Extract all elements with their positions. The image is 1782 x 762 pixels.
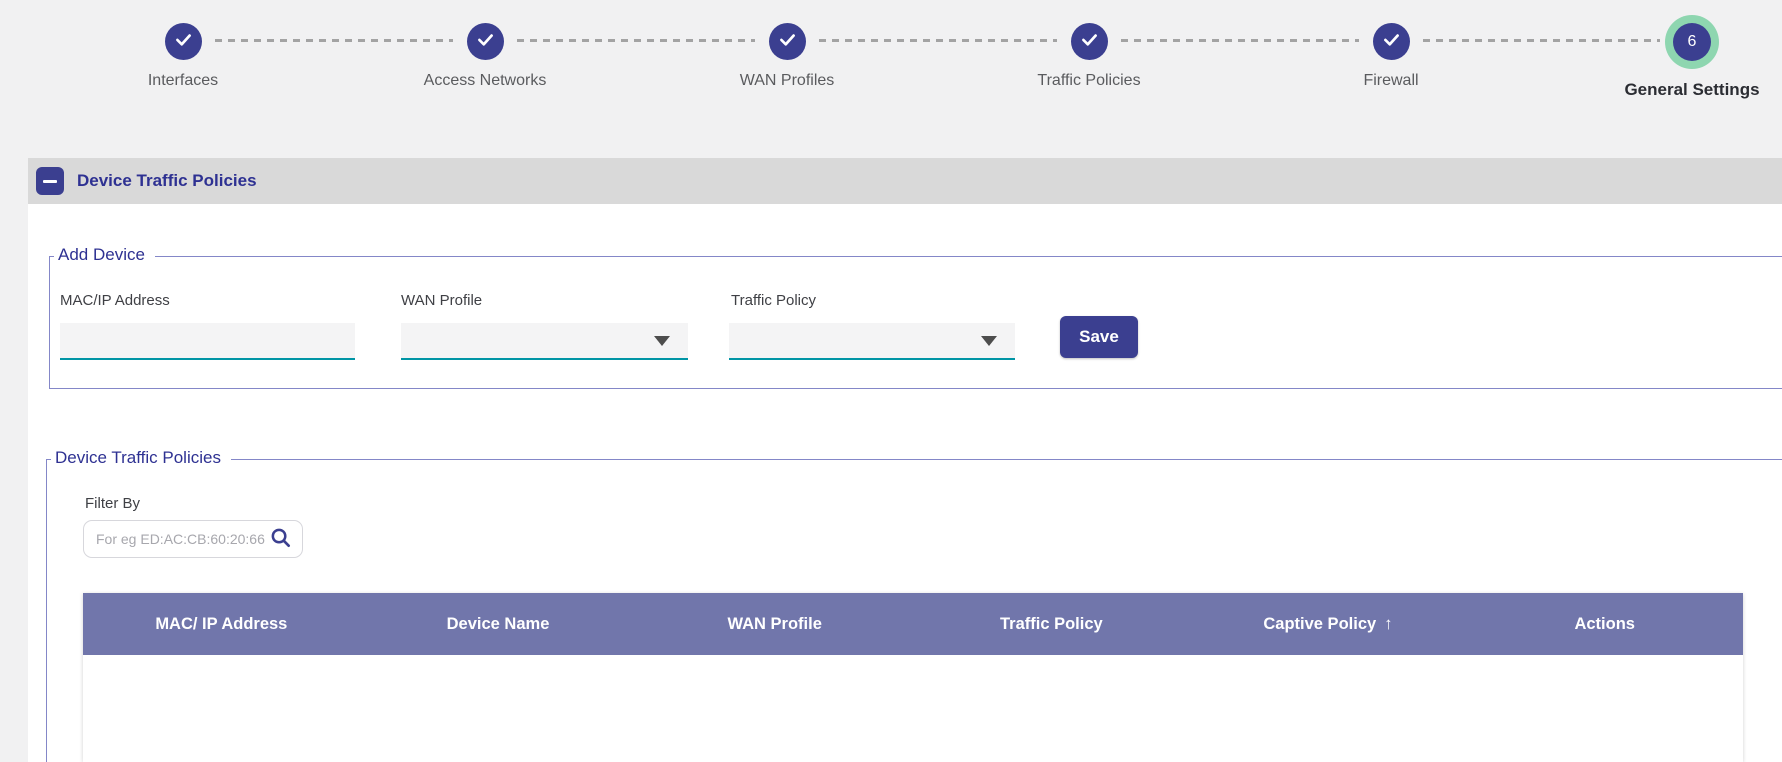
search-icon — [269, 526, 292, 552]
column-header-label: Actions — [1574, 615, 1635, 634]
step-general-settings-circle[interactable]: 6 — [1665, 15, 1719, 69]
step-firewall-label: Firewall — [1291, 72, 1491, 90]
check-icon — [777, 29, 798, 55]
column-header-actions[interactable]: Actions — [1466, 593, 1743, 655]
section-title: Device Traffic Policies — [77, 171, 257, 191]
mac-ip-address-input[interactable] — [60, 323, 355, 360]
step-access-networks-label: Access Networks — [385, 72, 585, 90]
column-header-wan-profile[interactable]: WAN Profile — [636, 593, 913, 655]
column-header-label: MAC/ IP Address — [155, 615, 287, 634]
search-button[interactable] — [267, 526, 302, 552]
column-header-label: Device Name — [447, 615, 550, 634]
check-icon — [1381, 29, 1402, 55]
chevron-down-icon — [981, 336, 997, 346]
filter-input[interactable] — [96, 531, 267, 547]
traffic-policy-label: Traffic Policy — [731, 292, 816, 309]
stepper-connector — [819, 39, 1057, 42]
column-header-device-name[interactable]: Device Name — [360, 593, 637, 655]
table-body-empty — [83, 655, 1743, 762]
table-header-row: MAC/ IP Address Device Name WAN Profile … — [83, 593, 1743, 655]
section-header-bar: Device Traffic Policies — [28, 158, 1782, 204]
check-icon — [475, 29, 496, 55]
chevron-down-icon — [654, 336, 670, 346]
save-button[interactable]: Save — [1060, 316, 1138, 358]
stepper-connector — [1121, 39, 1359, 42]
column-header-label: Traffic Policy — [1000, 615, 1103, 634]
step-general-settings-label: General Settings — [1592, 80, 1782, 100]
step-access-networks-circle[interactable] — [467, 23, 504, 60]
column-header-traffic-policy[interactable]: Traffic Policy — [913, 593, 1190, 655]
check-icon — [173, 29, 194, 55]
step-wan-profiles-label: WAN Profiles — [687, 72, 887, 90]
step-number-badge: 6 — [1673, 23, 1711, 61]
collapse-section-button[interactable] — [36, 167, 64, 195]
mac-ip-address-label: MAC/IP Address — [60, 292, 170, 309]
sort-asc-icon[interactable]: ↑ — [1384, 614, 1393, 634]
filter-by-label: Filter By — [85, 495, 140, 512]
wan-profile-select[interactable] — [401, 323, 688, 360]
stepper-connector — [517, 39, 755, 42]
check-icon — [1079, 29, 1100, 55]
device-traffic-policies-page: Interfaces Access Networks WAN Profiles … — [0, 0, 1782, 762]
stepper-connector — [1423, 39, 1660, 42]
step-interfaces-label: Interfaces — [83, 72, 283, 90]
column-header-captive-policy[interactable]: Captive Policy ↑ — [1190, 593, 1467, 655]
column-header-mac-ip[interactable]: MAC/ IP Address — [83, 593, 360, 655]
step-traffic-policies-label: Traffic Policies — [989, 72, 1189, 90]
stepper-connector — [215, 39, 453, 42]
traffic-policy-select[interactable] — [729, 323, 1015, 360]
filter-input-container — [83, 520, 303, 558]
device-policies-table: MAC/ IP Address Device Name WAN Profile … — [83, 593, 1743, 762]
minus-icon — [43, 180, 57, 183]
wan-profile-label: WAN Profile — [401, 292, 482, 309]
step-wan-profiles-circle[interactable] — [769, 23, 806, 60]
column-header-label: Captive Policy — [1263, 615, 1376, 634]
step-interfaces-circle[interactable] — [165, 23, 202, 60]
step-firewall-circle[interactable] — [1373, 23, 1410, 60]
step-traffic-policies-circle[interactable] — [1071, 23, 1108, 60]
device-policies-legend: Device Traffic Policies — [51, 448, 231, 468]
add-device-legend: Add Device — [54, 245, 155, 265]
column-header-label: WAN Profile — [727, 615, 821, 634]
